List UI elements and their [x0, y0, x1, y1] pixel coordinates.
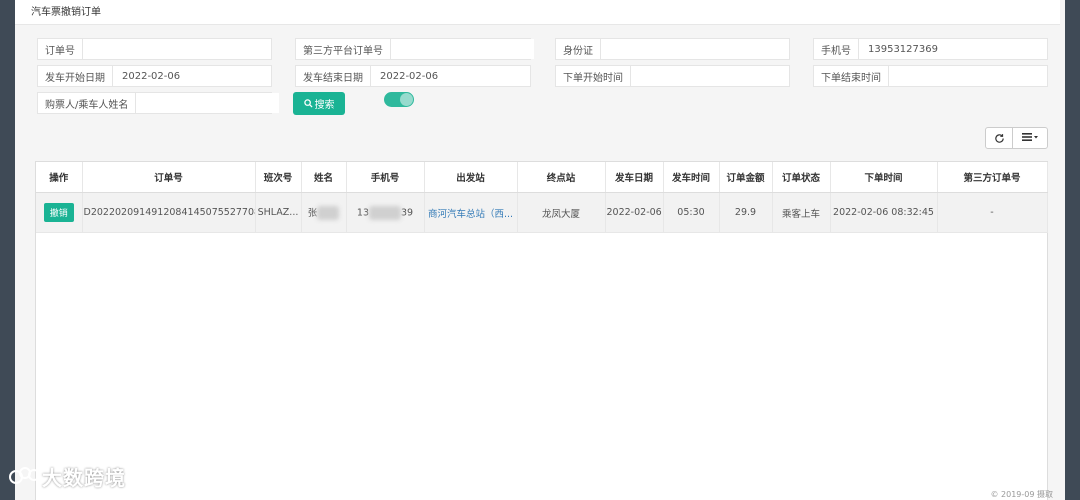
col-header[interactable]: 终点站 — [517, 162, 606, 193]
col-header[interactable]: 第三方订单号 — [937, 162, 1048, 193]
cancel-order-button[interactable]: 撤销 — [43, 203, 74, 222]
toggle-switch[interactable] — [384, 92, 414, 107]
order-start-input[interactable] — [630, 66, 789, 86]
watermark-logo-icon — [9, 466, 40, 484]
redacted-mask — [317, 206, 340, 221]
col-header[interactable]: 操作 — [36, 162, 83, 193]
col-header[interactable]: 发车时间 — [663, 162, 720, 193]
id-card-field: 身份证 — [555, 38, 790, 60]
third-order-no-cell: - — [937, 192, 1048, 233]
depart-start-input[interactable] — [112, 66, 271, 86]
phone-cell: 13 39 — [346, 192, 425, 233]
order-time-cell: 2022-02-06 08:32:45 — [830, 192, 938, 233]
page-title: 汽车票撤销订单 — [31, 7, 101, 18]
col-header[interactable]: 班次号 — [255, 162, 302, 193]
list-icon — [1022, 133, 1038, 141]
trip-no-cell: SHLAZ... — [255, 192, 302, 233]
col-header[interactable]: 姓名 — [301, 162, 347, 193]
footer-text: © 2019-09 摄取 — [990, 490, 1053, 499]
buyer-name-input[interactable] — [135, 93, 280, 113]
amount-cell: 29.9 — [719, 192, 773, 233]
orders-table: 操作 订单号 班次号 姓名 手机号 出发站 终点站 发车日期 发车时间 订单金额… — [35, 161, 1048, 500]
title-bar: 汽车票撤销订单 — [15, 0, 1060, 25]
depart-date-cell: 2022-02-06 — [605, 192, 664, 233]
col-header[interactable]: 订单金额 — [719, 162, 773, 193]
depart-end-input[interactable] — [370, 66, 530, 86]
third-order-no-field: 第三方平台订单号 — [295, 38, 534, 60]
toggle-knob — [400, 93, 413, 106]
depart-start-field: 发车开始日期 — [37, 65, 272, 87]
col-header[interactable]: 订单号 — [82, 162, 256, 193]
col-header[interactable]: 手机号 — [346, 162, 425, 193]
columns-button[interactable] — [1012, 127, 1048, 149]
buyer-name-field: 购票人/乘车人姓名 — [37, 92, 280, 114]
order-start-field: 下单开始时间 — [555, 65, 790, 87]
redacted-mask — [369, 205, 401, 220]
search-icon — [303, 99, 313, 108]
name-cell: 张 — [301, 192, 347, 233]
phone-field: 手机号 — [813, 38, 1048, 60]
watermark: 大数跨境 — [8, 462, 126, 491]
table-header-row: 操作 订单号 班次号 姓名 手机号 出发站 终点站 发车日期 发车时间 订单金额… — [36, 162, 1048, 193]
order-end-input[interactable] — [888, 66, 1047, 86]
col-header[interactable]: 发车日期 — [605, 162, 664, 193]
end-station-cell: 龙凤大厦 — [517, 192, 606, 233]
order-no-input[interactable] — [82, 39, 271, 59]
table-row: 撤销 D2022020914912084145075527708 SHLAZ..… — [36, 192, 1048, 233]
col-header[interactable]: 出发站 — [424, 162, 518, 193]
order-no-field: 订单号 — [37, 38, 272, 60]
search-button[interactable]: 搜索 — [293, 92, 345, 115]
depart-time-cell: 05:30 — [663, 192, 720, 233]
page: 汽车票撤销订单 订单号 第三方平台订单号 身份证 手机号 发车开始日期 发车结束… — [15, 0, 1065, 500]
status-cell: 乘客上车 — [772, 192, 831, 233]
order-no-cell: D2022020914912084145075527708 — [82, 192, 256, 233]
third-order-no-input[interactable] — [390, 39, 534, 59]
action-cell: 撤销 — [36, 192, 83, 233]
col-header[interactable]: 下单时间 — [830, 162, 938, 193]
col-header[interactable]: 订单状态 — [772, 162, 831, 193]
depart-station-link[interactable]: 商河汽车总站（西... — [424, 192, 518, 233]
refresh-icon — [994, 133, 1004, 143]
refresh-button[interactable] — [985, 127, 1013, 149]
order-end-field: 下单结束时间 — [813, 65, 1048, 87]
id-card-input[interactable] — [600, 39, 789, 59]
phone-input[interactable] — [858, 39, 1047, 59]
depart-end-field: 发车结束日期 — [295, 65, 531, 87]
